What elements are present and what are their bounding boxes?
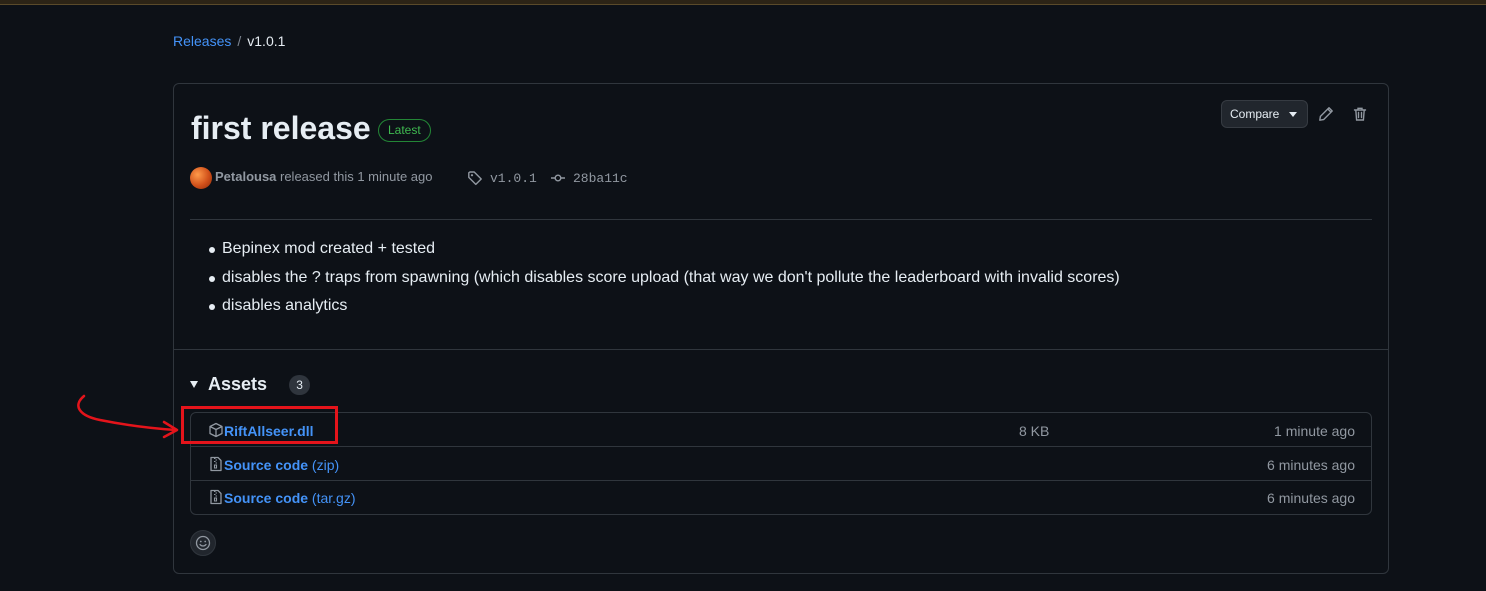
- asset-name: Source code: [224, 457, 309, 473]
- breadcrumb-separator: /: [237, 33, 242, 49]
- annotation-highlight-box: [181, 406, 338, 444]
- tag-link[interactable]: v1.0.1: [490, 171, 537, 186]
- commit-link[interactable]: 28ba11c: [573, 171, 628, 186]
- asset-time: 1 minute ago: [1274, 423, 1355, 439]
- breadcrumb-current: v1.0.1: [247, 33, 286, 49]
- caret-down-icon: [190, 381, 198, 388]
- file-zip-icon: [210, 489, 222, 505]
- breadcrumb-releases-link[interactable]: Releases: [173, 33, 231, 49]
- asset-download-link[interactable]: Source code (zip): [224, 457, 339, 473]
- released-time: released this 1 minute ago: [280, 169, 433, 184]
- edit-button[interactable]: [1316, 104, 1336, 124]
- assets-title: Assets: [208, 374, 268, 394]
- annotation-arrow-icon: [77, 394, 179, 439]
- asset-format: (tar.gz): [311, 490, 356, 506]
- tag-icon: [468, 171, 482, 186]
- compare-label: Compare: [1230, 107, 1280, 121]
- delete-button[interactable]: [1350, 104, 1370, 124]
- assets-list: RiftAllseer.dll 8 KB 1 minute ago Source…: [190, 412, 1372, 515]
- pencil-icon: [1319, 107, 1333, 121]
- top-border: [0, 0, 1486, 5]
- asset-name: Source code: [224, 490, 309, 506]
- release-title: first release: [191, 110, 371, 146]
- asset-size: 8 KB: [1019, 423, 1050, 439]
- divider: [190, 219, 1372, 220]
- chevron-down-icon: [1289, 111, 1298, 117]
- assets-toggle[interactable]: Assets 3: [190, 374, 311, 395]
- assets-count-badge: 3: [289, 374, 311, 395]
- release-note-item: Bepinex mod created + tested: [206, 238, 1120, 267]
- asset-format: (zip): [311, 457, 340, 473]
- asset-download-link[interactable]: Source code (tar.gz): [224, 490, 356, 506]
- breadcrumb: Releases / v1.0.1: [173, 33, 285, 49]
- release-note-item: disables analytics: [206, 295, 1120, 324]
- trash-icon: [1353, 107, 1367, 121]
- release-card: first release Latest Compare Petalousa r…: [173, 83, 1389, 574]
- compare-button[interactable]: Compare: [1221, 100, 1308, 128]
- asset-time: 6 minutes ago: [1267, 457, 1355, 473]
- release-notes: Bepinex mod created + tested disables th…: [206, 238, 1120, 324]
- file-zip-icon: [210, 456, 222, 472]
- asset-row: RiftAllseer.dll 8 KB 1 minute ago: [191, 413, 1371, 447]
- release-note-item: disables the ? traps from spawning (whic…: [206, 267, 1120, 296]
- latest-badge: Latest: [378, 119, 431, 142]
- asset-row: Source code (tar.gz) 6 minutes ago: [191, 480, 1371, 514]
- author-link[interactable]: Petalousa: [215, 169, 276, 184]
- asset-time: 6 minutes ago: [1267, 490, 1355, 506]
- add-reaction-button[interactable]: [190, 530, 216, 556]
- asset-row: Source code (zip) 6 minutes ago: [191, 447, 1371, 481]
- avatar[interactable]: [190, 167, 212, 189]
- smiley-icon: [195, 535, 211, 551]
- release-meta: Petalousa released this 1 minute ago v1.…: [190, 167, 890, 189]
- git-commit-icon: [551, 174, 565, 182]
- divider: [174, 349, 1388, 350]
